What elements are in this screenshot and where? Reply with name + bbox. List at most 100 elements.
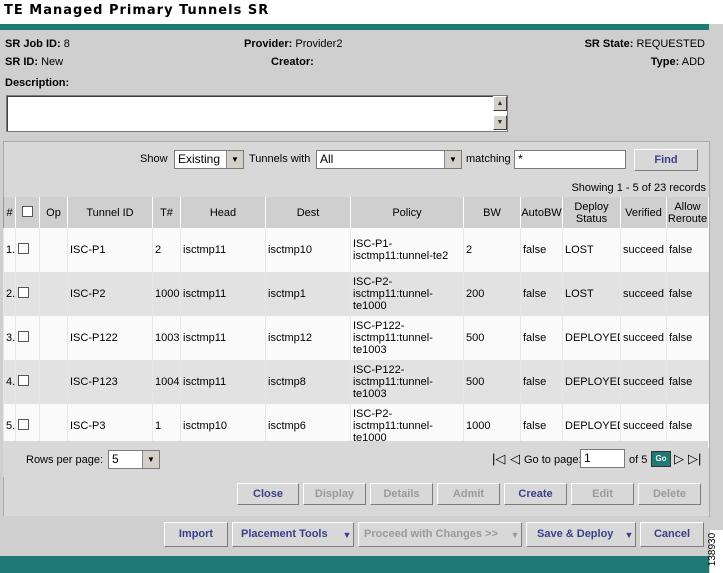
scroll-down-icon[interactable]: ▼ [493, 115, 507, 130]
col-tunnel-id[interactable]: Tunnel ID [67, 197, 153, 228]
row-bw: 2 [463, 228, 521, 272]
row-autobw: false [520, 360, 563, 404]
go-to-page-label: Go to page: [524, 454, 582, 466]
page-input[interactable]: 1 [580, 449, 625, 468]
details-button[interactable]: Details [370, 483, 433, 505]
col-policy[interactable]: Policy [350, 197, 464, 228]
table-row: 2. ISC-P2 1000 isctmp11 isctmp1 ISC-P2-i… [3, 272, 709, 316]
delete-button[interactable]: Delete [638, 483, 701, 505]
placement-tools-button[interactable]: Placement Tools [232, 522, 354, 547]
row-policy: ISC-P2-isctmp11:tunnel-te1000 [350, 272, 464, 316]
row-dest: isctmp10 [265, 228, 351, 272]
show-select[interactable]: Existing ▼ [174, 150, 244, 169]
col-deploy-status[interactable]: Deploy Status [562, 197, 621, 228]
prev-page-icon[interactable]: ◁ [510, 451, 520, 467]
row-allow-reroute: false [666, 228, 709, 272]
row-checkbox[interactable] [18, 243, 29, 254]
col-autobw[interactable]: AutoBW [520, 197, 563, 228]
row-op [39, 360, 68, 404]
row-dest: isctmp1 [265, 272, 351, 316]
admit-button[interactable]: Admit [437, 483, 500, 505]
scroll-up-icon[interactable]: ▲ [493, 96, 507, 111]
dropdown-arrow-icon[interactable]: ▼ [340, 524, 354, 546]
row-deploy-status: LOST [562, 272, 621, 316]
col-dest[interactable]: Dest [265, 197, 351, 228]
row-policy: ISC-P122-isctmp11:tunnel-te1003 [350, 360, 464, 404]
description-textarea[interactable]: ▲ ▼ [6, 95, 508, 132]
rows-per-page-select[interactable]: 5 ▼ [108, 450, 160, 469]
last-page-icon[interactable]: ▷| [688, 451, 701, 467]
title-bar: TE Managed Primary Tunnels SR [0, 0, 723, 24]
row-head: isctmp11 [180, 272, 266, 316]
row-verified: succeed [620, 228, 667, 272]
row-verified: succeed [620, 360, 667, 404]
matching-input-value: * [518, 152, 523, 166]
sr-job-id-value: 8 [63, 38, 70, 50]
page-title: TE Managed Primary Tunnels SR [4, 3, 270, 18]
records-count: Showing 1 - 5 of 23 records [571, 182, 706, 194]
creator: Creator: [271, 56, 314, 68]
dropdown-arrow-icon[interactable]: ▼ [508, 524, 522, 546]
provider: Provider: Provider2 [244, 38, 342, 50]
tunnels-table: # Op Tunnel ID T# Head Dest Policy BW Au… [3, 197, 709, 448]
sr-job-id: SR Job ID: 8 [5, 38, 70, 50]
find-button[interactable]: Find [634, 149, 698, 171]
import-button[interactable]: Import [164, 522, 228, 547]
row-checkbox[interactable] [18, 331, 29, 342]
matching-label: matching [466, 153, 511, 165]
close-button[interactable]: Close [237, 483, 299, 505]
sr-state-label: SR State: [584, 38, 634, 50]
col-verified[interactable]: Verified [620, 197, 667, 228]
col-op[interactable]: Op [39, 197, 68, 228]
row-op [39, 316, 68, 360]
row-tunnel-id: ISC-P122 [67, 316, 153, 360]
display-button[interactable]: Display [303, 483, 366, 505]
provider-value: Provider2 [295, 38, 343, 50]
col-num: # [3, 197, 16, 228]
col-allow-reroute[interactable]: Allow Reroute [666, 197, 709, 228]
edit-button[interactable]: Edit [571, 483, 634, 505]
row-autobw: false [520, 272, 563, 316]
select-all-checkbox[interactable] [22, 205, 33, 217]
figure-id: 138930 [707, 532, 719, 567]
row-num: 1. [3, 228, 16, 272]
row-checkbox[interactable] [18, 419, 29, 430]
sr-state: SR State: REQUESTED [585, 38, 705, 50]
row-deploy-status: DEPLOYED [562, 316, 621, 360]
cancel-button[interactable]: Cancel [640, 522, 704, 547]
col-select-all [15, 197, 40, 228]
col-head[interactable]: Head [180, 197, 266, 228]
type: Type: ADD [651, 56, 705, 68]
row-checkbox[interactable] [18, 287, 29, 298]
row-policy: ISC-P1-isctmp11:tunnel-te2 [350, 228, 464, 272]
table-row: 1. ISC-P1 2 isctmp11 isctmp10 ISC-P1-isc… [3, 228, 709, 272]
save-and-deploy-button[interactable]: Save & Deploy [526, 522, 636, 547]
col-bw[interactable]: BW [463, 197, 521, 228]
matching-input[interactable]: * [514, 150, 626, 169]
row-tunnel-id: ISC-P2 [67, 272, 153, 316]
table-header: # Op Tunnel ID T# Head Dest Policy BW Au… [3, 197, 709, 228]
tunnels-with-select[interactable]: All ▼ [316, 150, 462, 169]
row-num: 3. [3, 316, 16, 360]
first-page-icon[interactable]: |◁ [492, 451, 505, 467]
col-t-num[interactable]: T# [152, 197, 181, 228]
show-label: Show [140, 153, 168, 165]
create-button[interactable]: Create [504, 483, 567, 505]
dropdown-arrow-icon[interactable]: ▼ [622, 524, 636, 546]
row-op [39, 272, 68, 316]
next-page-icon[interactable]: ▷ [674, 451, 684, 467]
row-t-num: 1003 [152, 316, 181, 360]
proceed-with-changes-button[interactable]: Proceed with Changes >> [358, 522, 522, 547]
row-tunnel-id: ISC-P123 [67, 360, 153, 404]
row-allow-reroute: false [666, 360, 709, 404]
sr-job-id-label: SR Job ID: [5, 38, 61, 50]
row-checkbox[interactable] [18, 375, 29, 386]
type-value: ADD [681, 56, 705, 68]
go-button[interactable]: Go [651, 451, 671, 467]
row-policy: ISC-P122-isctmp11:tunnel-te1003 [350, 316, 464, 360]
row-op [39, 228, 68, 272]
row-head: isctmp11 [180, 228, 266, 272]
row-allow-reroute: false [666, 272, 709, 316]
row-num: 4. [3, 360, 16, 404]
row-tunnel-id: ISC-P1 [67, 228, 153, 272]
